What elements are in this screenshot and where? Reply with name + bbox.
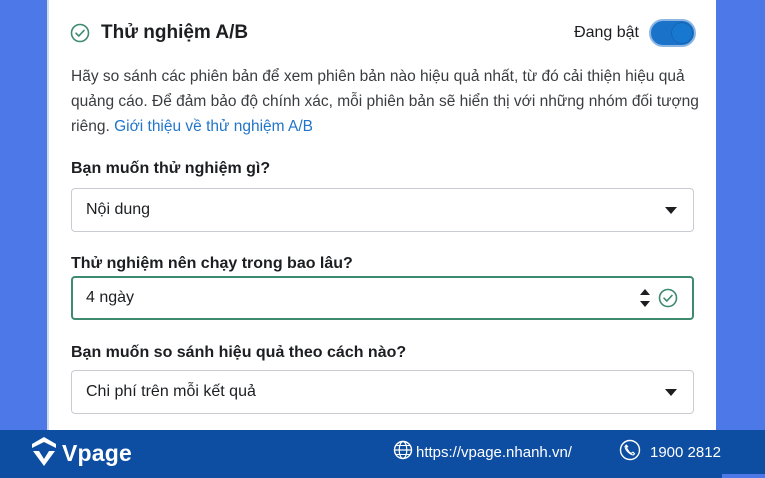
check-circle-icon (70, 23, 90, 43)
valid-check-icon (658, 288, 678, 308)
footer-accent (722, 474, 765, 478)
logo-mark-icon (30, 435, 58, 472)
toggle-knob (672, 23, 692, 43)
stepper-arrows-icon[interactable] (640, 289, 650, 307)
duration-stepper[interactable]: 4 ngày (71, 276, 694, 320)
compare-select[interactable]: Chi phí trên mỗi kết quả (71, 370, 694, 414)
website-info: https://vpage.nhanh.vn/ (393, 440, 572, 464)
vpage-logo: Vpage (30, 435, 133, 472)
website-link[interactable]: https://vpage.nhanh.vn/ (416, 444, 572, 461)
chevron-down-icon (665, 206, 677, 214)
ab-test-toggle[interactable] (649, 19, 696, 47)
phone-number[interactable]: 1900 2812 (650, 444, 721, 461)
chevron-down-icon (665, 388, 677, 396)
compare-value: Chi phí trên mỗi kết quả (86, 383, 256, 400)
phone-info: 1900 2812 (619, 439, 721, 465)
test-what-value: Nội dung (86, 201, 151, 218)
compare-label: Bạn muốn so sánh hiệu quả theo cách nào? (71, 344, 407, 361)
section-title: Thử nghiệm A/B (101, 22, 249, 43)
toggle-group: Đang bật (574, 19, 696, 47)
test-what-select[interactable]: Nội dung (71, 188, 694, 232)
stepper-down-icon[interactable] (640, 301, 650, 307)
section-description: Hãy so sánh các phiên bản để xem phiên b… (71, 64, 701, 139)
test-what-label: Bạn muốn thử nghiệm gì? (71, 160, 271, 177)
section-header: Thử nghiệm A/B Đang bật (70, 17, 696, 49)
toggle-label: Đang bật (574, 24, 639, 41)
phone-icon (619, 439, 641, 465)
brand-name: Vpage (62, 439, 133, 466)
duration-value: 4 ngày (86, 289, 135, 306)
panel-border (47, 0, 49, 430)
duration-label: Thử nghiệm nên chạy trong bao lâu? (71, 255, 353, 272)
globe-icon (393, 440, 413, 464)
learn-more-link[interactable]: Giới thiệu về thử nghiệm A/B (114, 118, 313, 135)
stepper-up-icon[interactable] (640, 289, 650, 295)
